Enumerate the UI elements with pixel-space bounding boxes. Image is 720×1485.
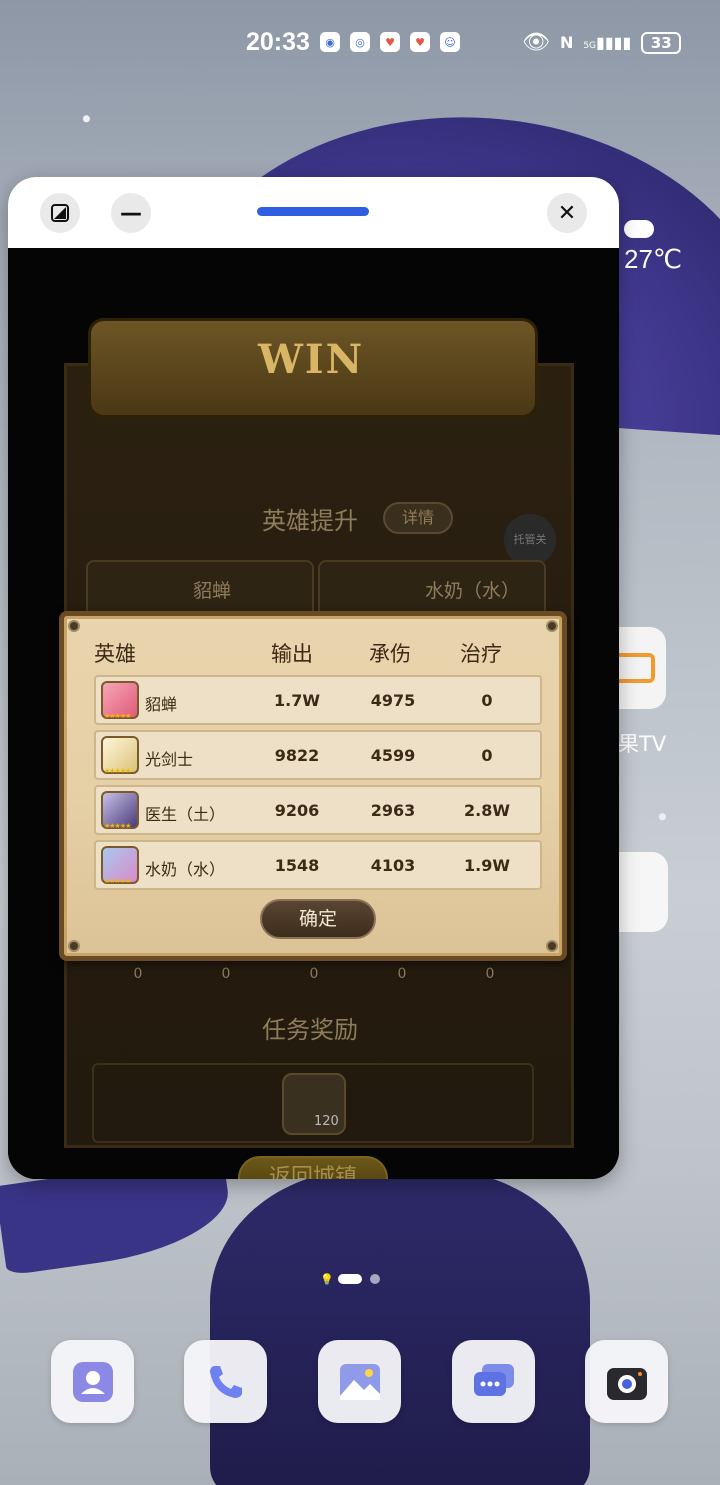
camera-icon <box>606 1367 647 1400</box>
notification-app-icon: ☺ <box>440 32 460 52</box>
window-drag-handle[interactable] <box>257 207 369 216</box>
zero-value: 0 <box>397 966 407 982</box>
battle-stats-popup: 英雄 输出 承伤 治疗 ★★★★★ 貂蝉 1.7W 4975 0 ★★★★★ 光… <box>59 611 567 961</box>
window-title-bar[interactable]: — ✕ <box>8 177 619 248</box>
status-time: 20:33 <box>246 28 310 56</box>
gallery-icon <box>339 1363 380 1400</box>
taken-value: 2963 <box>370 801 416 820</box>
heal-value: 0 <box>481 746 493 765</box>
star-rating: ★★★★★ <box>104 877 131 885</box>
table-row: ★★★★★ 光剑士 9822 4599 0 <box>94 730 542 780</box>
header-heal: 治疗 <box>460 642 502 666</box>
signal-icon: 5G▮▮▮▮ <box>583 33 632 52</box>
system-icons: 👁 N 5G▮▮▮▮ 33 <box>522 30 682 55</box>
star-rating: ★★★★★ <box>104 822 131 830</box>
heal-value: 1.9W <box>464 856 510 875</box>
auto-battle-button[interactable]: 托管关 <box>504 514 556 566</box>
task-reward-title: 任务奖励 <box>262 1016 358 1044</box>
messages-app-button[interactable] <box>452 1340 535 1423</box>
close-icon: ✕ <box>557 200 577 226</box>
damage-value: 1.7W <box>274 691 320 710</box>
rivet <box>68 620 80 632</box>
table-row: ★★★★★ 水奶（水） 1548 4103 1.9W <box>94 840 542 890</box>
messages-icon <box>473 1363 514 1396</box>
hero-card-name: 貂蝉 <box>193 580 232 602</box>
header-damage: 输出 <box>271 642 313 666</box>
header-hero: 英雄 <box>94 642 136 666</box>
heal-value: 0 <box>481 691 493 710</box>
window-close-button[interactable]: ✕ <box>547 193 587 233</box>
page-dot-active[interactable] <box>338 1274 362 1284</box>
taken-value: 4975 <box>370 691 416 710</box>
rivet <box>546 940 558 952</box>
win-title: WIN <box>258 336 365 383</box>
app-label-tv: 果TV <box>618 732 667 756</box>
table-row: ★★★★★ 医生（土） 9206 2963 2.8W <box>94 785 542 835</box>
zero-value: 0 <box>221 966 231 982</box>
star-rating: ★★★★★ <box>104 712 131 720</box>
weather-widget[interactable]: 27℃ <box>624 220 682 275</box>
lightbulb-icon: 💡 <box>320 1273 334 1286</box>
zero-value: 0 <box>133 966 143 982</box>
notification-app-icon: ♥ <box>380 32 400 52</box>
notification-app-icon: ◉ <box>320 32 340 52</box>
game-screen: WIN 英雄提升 详情 托管关 貂蝉 水奶（水） 0 0 0 0 0 任务奖励 … <box>8 248 619 1179</box>
taken-value: 4103 <box>370 856 416 875</box>
star-rating: ★★★★★ <box>104 767 131 775</box>
status-bar: 20:33 ◉ ◎ ♥ ♥ ☺ 👁 N 5G▮▮▮▮ 33 <box>0 26 720 60</box>
damage-value: 9206 <box>274 801 320 820</box>
wallpaper-figure <box>210 1170 590 1485</box>
hero-name: 貂蝉 <box>145 695 178 714</box>
stats-zero-row: 0 0 0 0 0 <box>94 966 534 982</box>
camera-app-button[interactable] <box>585 1340 668 1423</box>
zero-value: 0 <box>309 966 319 982</box>
detail-button[interactable]: 详情 <box>383 502 453 534</box>
page-dot[interactable] <box>370 1274 380 1284</box>
contacts-app-button[interactable] <box>51 1340 134 1423</box>
page-indicator: 💡 <box>320 1273 380 1286</box>
hero-card-name: 水奶（水） <box>425 580 521 602</box>
heal-value: 2.8W <box>464 801 510 820</box>
rivet <box>546 620 558 632</box>
contacts-icon <box>72 1361 113 1402</box>
damage-value: 9822 <box>274 746 320 765</box>
resize-icon <box>51 204 69 222</box>
phone-app-button[interactable] <box>184 1340 267 1423</box>
hero-name: 医生（土） <box>145 805 226 824</box>
zero-value: 0 <box>485 966 495 982</box>
confirm-button[interactable]: 确定 <box>260 899 376 939</box>
phone-icon <box>209 1365 242 1398</box>
rivet <box>68 940 80 952</box>
minus-icon: — <box>120 200 142 226</box>
hero-name: 水奶（水） <box>145 860 226 879</box>
nfc-icon: N <box>559 33 574 52</box>
reward-count: 120 <box>314 1114 339 1129</box>
notification-icons: ◉ ◎ ♥ ♥ ☺ <box>320 32 460 52</box>
notification-app-icon: ♥ <box>410 32 430 52</box>
window-resize-button[interactable] <box>40 193 80 233</box>
notification-app-icon: ◎ <box>350 32 370 52</box>
battery-icon: 33 <box>641 31 682 54</box>
hero-upgrade-title: 英雄提升 <box>262 507 358 535</box>
damage-value: 1548 <box>274 856 320 875</box>
return-town-button[interactable]: 返回城镇 <box>238 1156 388 1179</box>
floating-window: — ✕ WIN 英雄提升 详情 托管关 貂蝉 水奶（水） 0 0 0 0 0 任… <box>8 177 619 1179</box>
hero-name: 光剑士 <box>145 750 194 769</box>
header-taken: 承伤 <box>369 642 411 666</box>
eye-icon: 👁 <box>522 30 550 55</box>
cloud-icon <box>624 220 654 238</box>
weather-temperature: 27℃ <box>624 244 683 274</box>
taken-value: 4599 <box>370 746 416 765</box>
table-row: ★★★★★ 貂蝉 1.7W 4975 0 <box>94 675 542 725</box>
window-minimize-button[interactable]: — <box>111 193 151 233</box>
gallery-app-button[interactable] <box>318 1340 401 1423</box>
